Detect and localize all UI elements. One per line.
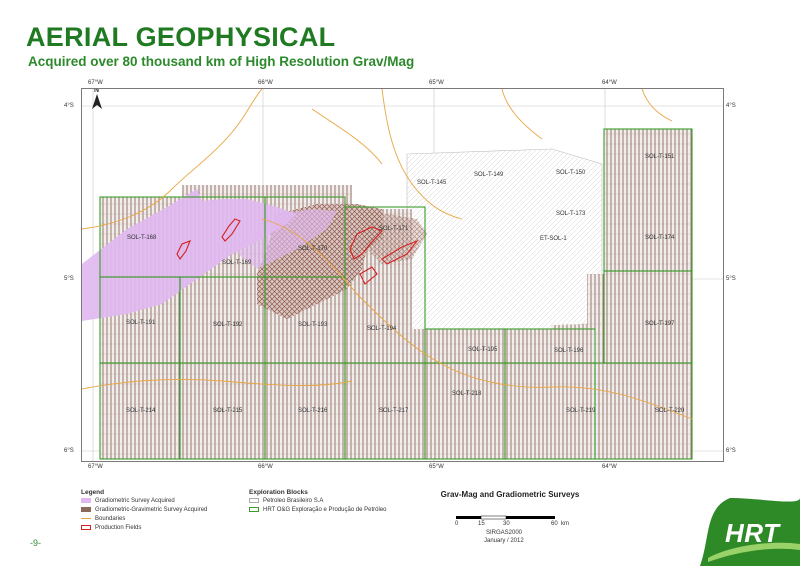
block-label: SOL-T-195 [468, 347, 498, 353]
legend-swatch [81, 507, 91, 512]
bottom-coord-label: 67°W [88, 464, 103, 470]
block-label: SOL-T-214 [126, 408, 156, 414]
block-label: SOL-T-173 [556, 211, 586, 217]
legend-label: Production Fields [95, 524, 142, 531]
block-label: SOL-T-192 [213, 322, 243, 328]
legend: Legend Gradiometric Survey Acquired Grad… [81, 489, 251, 532]
right-coord-label: 6°S [726, 448, 736, 454]
block-label: SOL-T-145 [417, 180, 447, 186]
scale-tick: 15 [478, 521, 485, 527]
block-label: SOL-T-168 [127, 235, 157, 241]
bottom-coord-label: 65°W [429, 464, 444, 470]
legend-item: Boundaries [81, 514, 251, 523]
exploration-blocks-legend: Exploration Blocks Petroleo Brasileiro S… [249, 489, 439, 514]
block-label: SOL-T-150 [556, 170, 586, 176]
legend-swatch [81, 518, 91, 519]
page-title: AERIAL GEOPHYSICAL [26, 22, 336, 52]
block-label: SOL-T-169 [222, 260, 252, 266]
top-coord-label: 65°W [429, 80, 444, 86]
legend-item: Gradiometric Survey Acquired [81, 496, 251, 505]
exploration-blocks-title: Exploration Blocks [249, 489, 308, 496]
legend-swatch [81, 498, 91, 503]
page-subtitle: Acquired over 80 thousand km of High Res… [28, 54, 415, 69]
block-label: SOL-T-216 [298, 408, 328, 414]
block-label: SOL-T-197 [645, 321, 675, 327]
scale-tick: 0 [455, 521, 459, 527]
legend-swatch [249, 507, 259, 512]
block-label: SOL-T-218 [452, 391, 482, 397]
scale-unit: km [561, 521, 569, 527]
bottom-coord-label: 64°W [602, 464, 617, 470]
legend-label: Gradiometric Survey Acquired [95, 497, 175, 504]
legend-swatch [81, 525, 91, 530]
scale-tick: 30 [503, 521, 510, 527]
top-coord-label: 67°W [88, 80, 103, 86]
left-coord-label: 6°S [64, 448, 74, 454]
panel-title-text: Grav-Mag and Gradiometric Surveys [440, 490, 580, 499]
block-label: SOL-T-193 [298, 322, 328, 328]
block-label: SOL-T-217 [379, 408, 409, 414]
block-label: SOL-T-191 [126, 320, 156, 326]
block-label: SOL-T-194 [367, 326, 397, 332]
left-coord-label: 4°S [64, 103, 74, 109]
block-label: SOL-T-151 [645, 154, 675, 160]
top-coord-label: 64°W [602, 80, 617, 86]
legend-label: HRT O&G Exploração e Produção de Petróle… [263, 506, 387, 513]
legend-swatch [249, 498, 259, 503]
block-label: SOL-T-220 [655, 408, 685, 414]
north-label: N [94, 88, 100, 94]
legend-title: Legend [81, 489, 105, 496]
map-canvas [82, 89, 723, 461]
block-label: SOL-T-196 [554, 348, 584, 354]
legend-item: Production Fields [81, 523, 251, 532]
block-label: ET-SOL-1 [540, 236, 567, 242]
block-label: SOL-T-170 [298, 246, 328, 252]
right-coord-label: 5°S [726, 276, 736, 282]
scale-tick: 60 [551, 521, 558, 527]
left-coord-label: 5°S [64, 276, 74, 282]
bottom-coord-label: 66°W [258, 464, 273, 470]
date-label: January / 2012 [484, 538, 524, 544]
block-label: SOL-T-219 [566, 408, 596, 414]
panel-title: Grav-Mag and Gradiometric Surveys [440, 490, 580, 499]
legend-label: Boundaries [95, 515, 126, 522]
page-number: -9- [30, 538, 41, 548]
legend-label: Gradiometric-Gravimetric Survey Acquired [95, 506, 208, 513]
legend-item: Gradiometric-Gravimetric Survey Acquired [81, 505, 251, 514]
legend-item: HRT O&G Exploração e Produção de Petróle… [249, 505, 439, 514]
datum-label: SIRGAS2000 [486, 530, 523, 536]
survey-map[interactable]: N SOL-T-145 SOL-T-149 SOL-T-150 SOL-T-15… [81, 88, 724, 462]
right-coord-label: 4°S [726, 103, 736, 109]
block-label: SOL-T-171 [379, 226, 409, 232]
legend-item: Petroleo Brasileiro S.A [249, 496, 439, 505]
block-label: SOL-T-215 [213, 408, 243, 414]
north-arrow-icon [92, 94, 102, 109]
legend-label: Petroleo Brasileiro S.A [263, 497, 324, 504]
top-coord-label: 66°W [258, 80, 273, 86]
block-label: SOL-T-149 [474, 172, 504, 178]
block-label: SOL-T-174 [645, 235, 675, 241]
logo-text: HRT [725, 518, 780, 548]
